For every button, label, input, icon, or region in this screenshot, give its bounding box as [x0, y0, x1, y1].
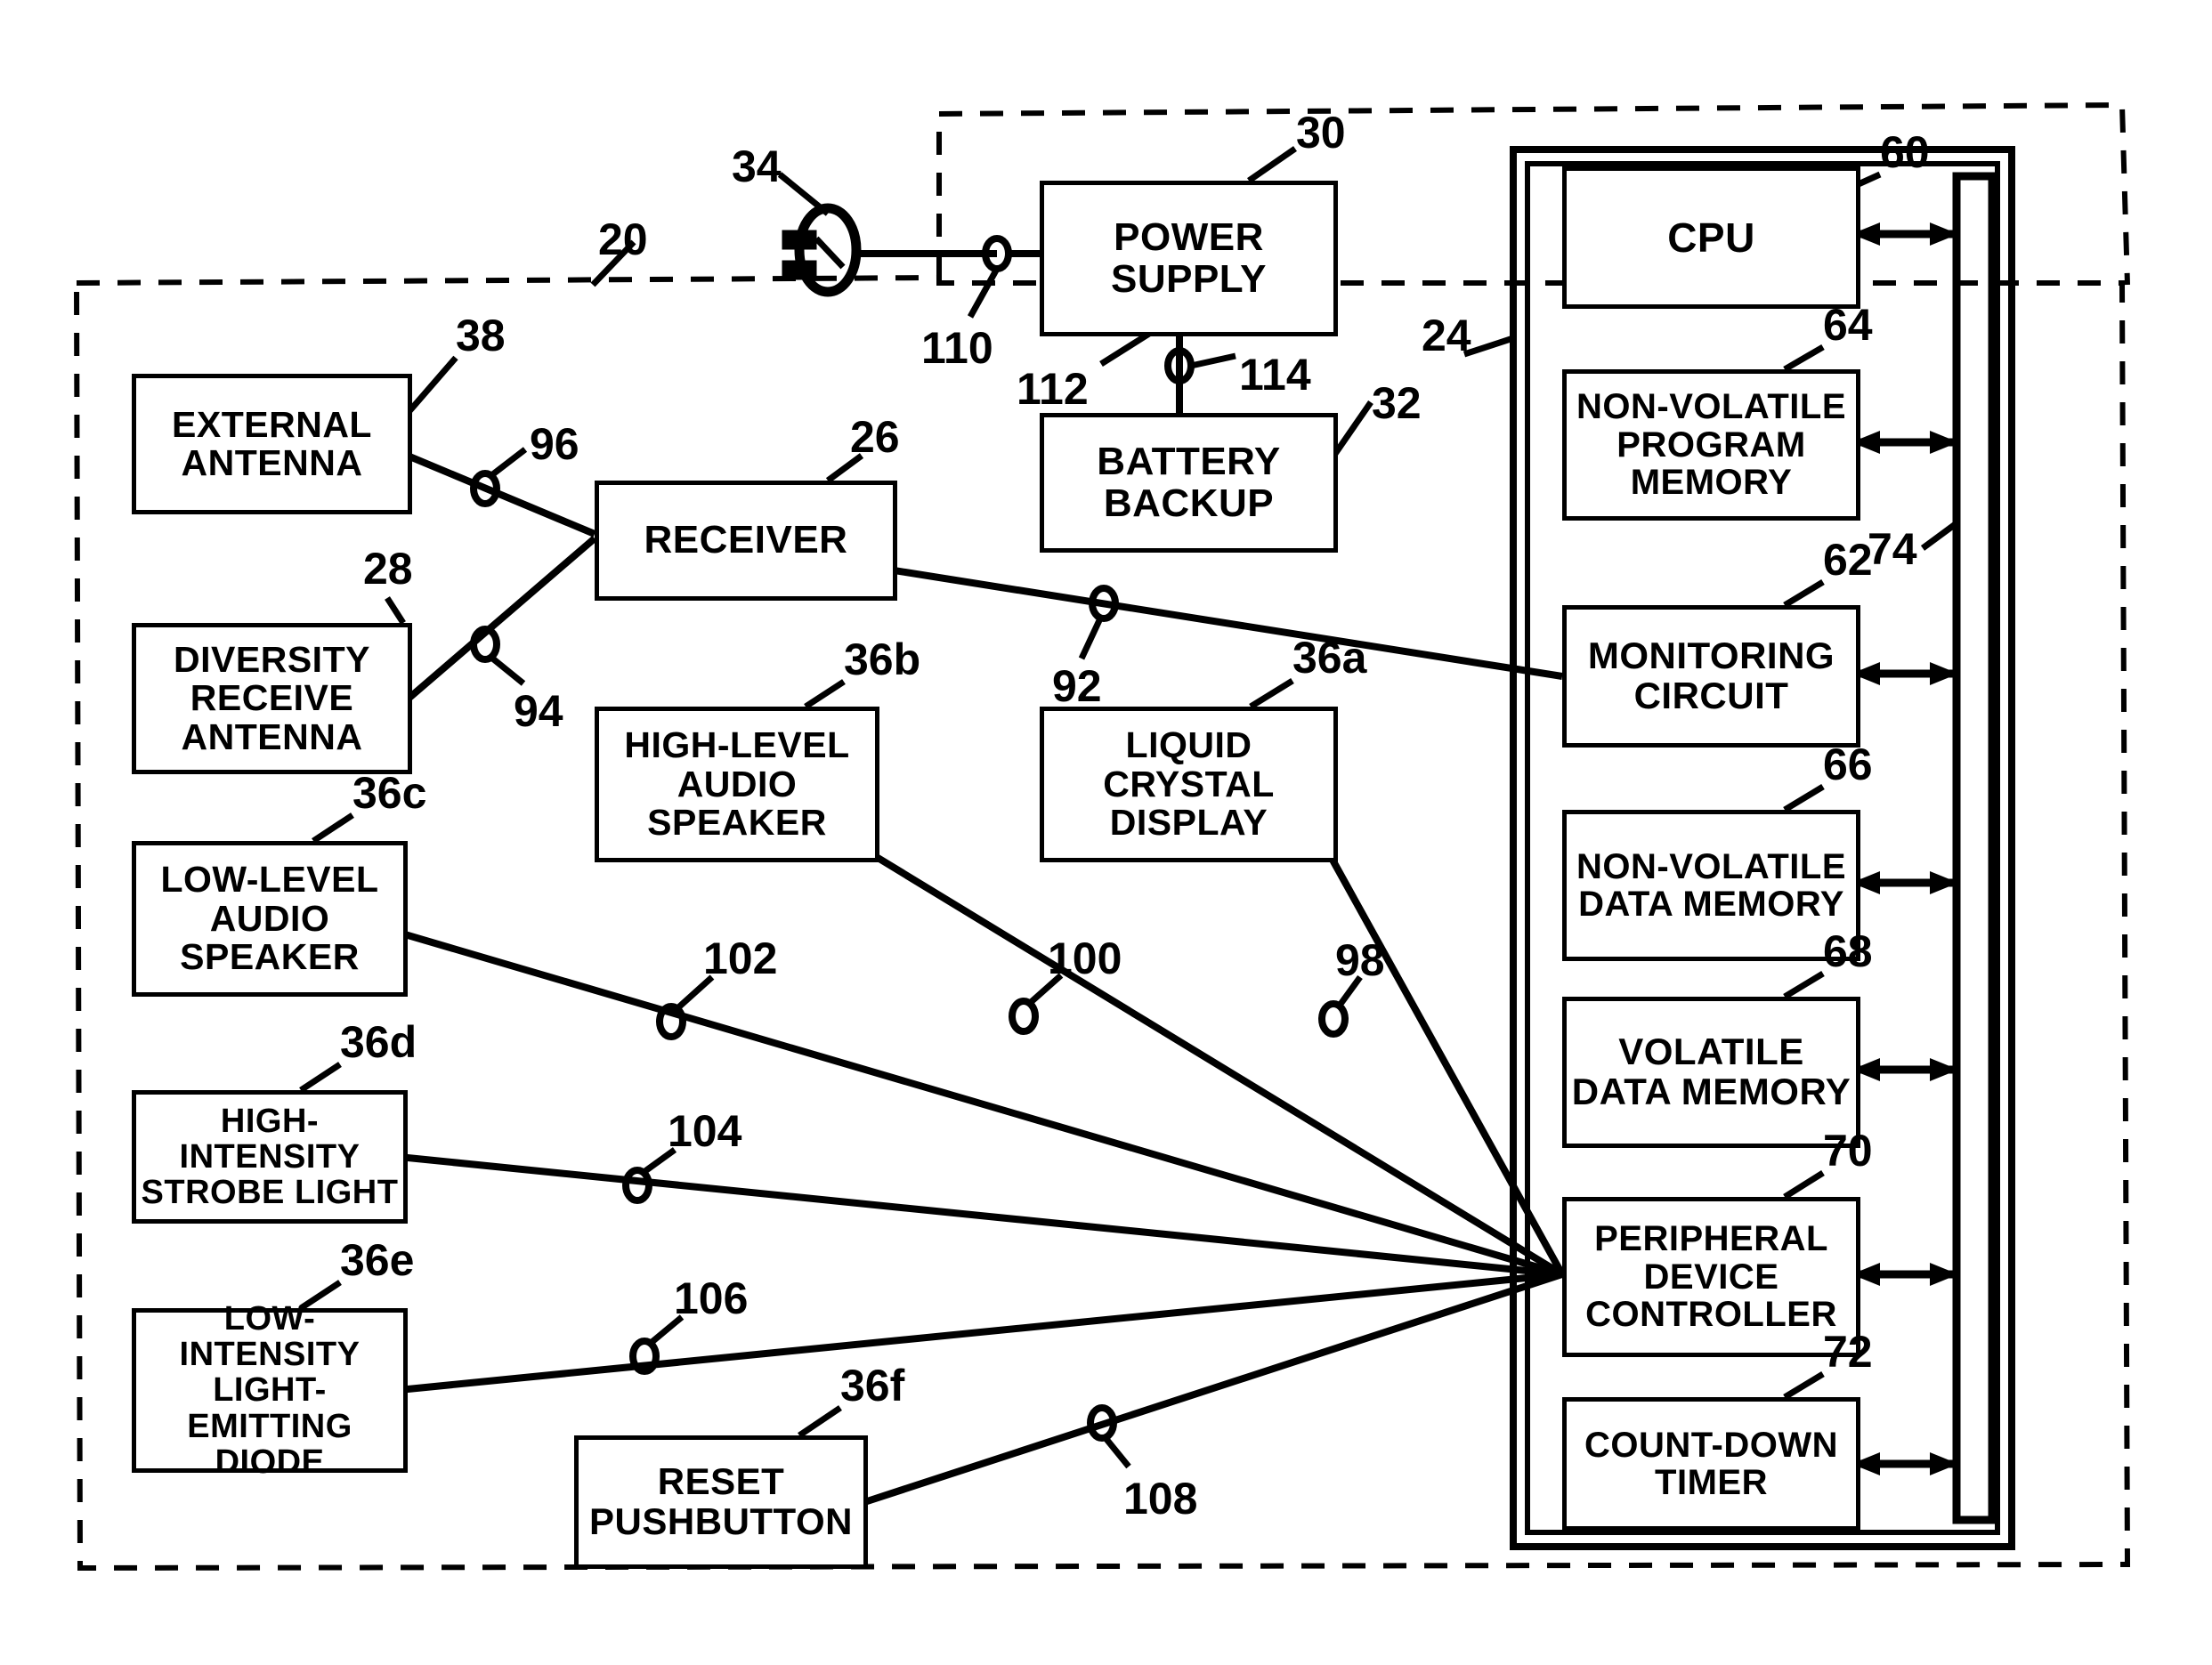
reference-numeral-68: 68 — [1823, 926, 1873, 976]
reference-numeral-38: 38 — [456, 311, 506, 360]
reference-numeral-62: 62 — [1823, 535, 1873, 585]
block-monitoring-circuit[interactable]: MONITORING CIRCUIT — [1562, 605, 1860, 748]
block-label-low-level-audio-speaker: LOW-LEVEL AUDIO SPEAKER — [160, 859, 379, 978]
block-diversity-receive-antenna[interactable]: DIVERSITY RECEIVE ANTENNA — [132, 623, 412, 774]
reference-numeral-114: 114 — [1239, 350, 1311, 400]
block-label-reset-pushbutton: RESET PUSHBUTTON — [589, 1460, 853, 1542]
block-cpu[interactable]: CPU — [1562, 166, 1860, 309]
patent-figure: POWER SUPPLY BATTERY BACKUP EXTERNAL ANT… — [0, 0, 2212, 1665]
peripheral-link-nodes — [622, 973, 1363, 1469]
block-label-diversity-receive-antenna: DIVERSITY RECEIVE ANTENNA — [174, 638, 370, 757]
reference-numeral-36f: 36f — [840, 1361, 905, 1410]
reference-numeral-36b: 36b — [844, 634, 921, 684]
block-low-level-audio-speaker[interactable]: LOW-LEVEL AUDIO SPEAKER — [132, 841, 408, 997]
reference-numeral-94: 94 — [514, 686, 563, 736]
block-label-power-supply: POWER SUPPLY — [1110, 214, 1267, 301]
reference-numeral-104: 104 — [668, 1106, 742, 1156]
block-count-down-timer[interactable]: COUNT-DOWN TIMER — [1562, 1397, 1860, 1531]
block-peripheral-device-controller[interactable]: PERIPHERAL DEVICE CONTROLLER — [1562, 1197, 1860, 1357]
receiver-to-monitoring-circuit — [887, 566, 1563, 680]
block-label-peripheral-device-controller: PERIPHERAL DEVICE CONTROLLER — [1585, 1219, 1837, 1335]
block-high-level-audio-speaker[interactable]: HIGH-LEVEL AUDIO SPEAKER — [595, 707, 879, 862]
leader-34 — [777, 172, 831, 216]
reference-numeral-26: 26 — [850, 412, 900, 462]
block-label-non-volatile-program-memory: NON-VOLATILE PROGRAM MEMORY — [1576, 387, 1846, 503]
reference-numeral-36a: 36a — [1292, 633, 1367, 683]
block-label-cpu: CPU — [1667, 214, 1755, 261]
block-label-battery-backup: BATTERY BACKUP — [1097, 439, 1281, 525]
block-high-intensity-strobe-light[interactable]: HIGH-INTENSITY STROBE LIGHT — [132, 1090, 408, 1224]
block-battery-backup[interactable]: BATTERY BACKUP — [1040, 413, 1338, 553]
reference-numeral-110: 110 — [921, 323, 993, 373]
bus-arrow-group — [1851, 222, 1958, 1475]
reference-numeral-60: 60 — [1880, 127, 1930, 177]
reference-numeral-30: 30 — [1296, 108, 1346, 158]
block-label-monitoring-circuit: MONITORING CIRCUIT — [1587, 634, 1835, 716]
peripheral-link-lines — [397, 850, 1566, 1507]
block-label-low-intensity-led: LOW-INTENSITY LIGHT-EMITTING DIODE — [179, 1299, 361, 1481]
reference-numeral-28: 28 — [363, 544, 413, 594]
reference-numeral-66: 66 — [1823, 740, 1873, 789]
reference-numeral-74: 74 — [1868, 524, 1917, 574]
reference-numeral-70: 70 — [1823, 1126, 1873, 1176]
block-non-volatile-data-memory[interactable]: NON-VOLATILE DATA MEMORY — [1562, 810, 1860, 961]
block-liquid-crystal-display[interactable]: LIQUID CRYSTAL DISPLAY — [1040, 707, 1338, 862]
block-label-liquid-crystal-display: LIQUID CRYSTAL DISPLAY — [1103, 724, 1275, 844]
reference-numeral-20: 20 — [598, 214, 648, 264]
block-reset-pushbutton[interactable]: RESET PUSHBUTTON — [574, 1435, 868, 1569]
block-label-receiver: RECEIVER — [644, 518, 848, 562]
reference-numeral-92: 92 — [1052, 661, 1102, 711]
block-label-external-antenna: EXTERNAL ANTENNA — [172, 403, 372, 483]
block-label-volatile-data-memory: VOLATILE DATA MEMORY — [1571, 1031, 1851, 1112]
reference-numeral-36e: 36e — [340, 1235, 415, 1285]
reference-numeral-96: 96 — [530, 419, 579, 469]
reference-numeral-24: 24 — [1422, 311, 1471, 360]
reference-numeral-102: 102 — [703, 934, 778, 983]
block-non-volatile-program-memory[interactable]: NON-VOLATILE PROGRAM MEMORY — [1562, 369, 1860, 521]
diversity-antenna-to-receiver — [401, 535, 597, 707]
reference-numeral-64: 64 — [1823, 300, 1873, 350]
block-label-count-down-timer: COUNT-DOWN TIMER — [1584, 1425, 1838, 1502]
reference-numeral-108: 108 — [1123, 1474, 1198, 1524]
block-receiver[interactable]: RECEIVER — [595, 481, 897, 601]
reference-numeral-72: 72 — [1823, 1327, 1873, 1377]
system-bus-74 — [1952, 172, 1997, 1524]
reference-numeral-98: 98 — [1335, 935, 1385, 985]
block-label-high-level-audio-speaker: HIGH-LEVEL AUDIO SPEAKER — [624, 724, 850, 844]
reference-numeral-36d: 36d — [340, 1017, 417, 1067]
block-power-supply[interactable]: POWER SUPPLY — [1040, 181, 1338, 336]
block-volatile-data-memory[interactable]: VOLATILE DATA MEMORY — [1562, 997, 1860, 1148]
reference-numeral-100: 100 — [1048, 934, 1122, 983]
reference-numeral-106: 106 — [674, 1273, 749, 1323]
connection-node-104 — [622, 1147, 677, 1204]
block-label-high-intensity-strobe-light: HIGH-INTENSITY STROBE LIGHT — [141, 1102, 399, 1212]
reference-numeral-112: 112 — [1017, 364, 1089, 414]
block-label-non-volatile-data-memory: NON-VOLATILE DATA MEMORY — [1576, 846, 1846, 924]
reference-numeral-34: 34 — [732, 141, 782, 191]
reference-numeral-32: 32 — [1372, 378, 1422, 428]
block-external-antenna[interactable]: EXTERNAL ANTENNA — [132, 374, 412, 514]
connection-node-102 — [656, 974, 715, 1040]
block-low-intensity-led[interactable]: LOW-INTENSITY LIGHT-EMITTING DIODE — [132, 1301, 408, 1480]
reference-numeral-36c: 36c — [352, 768, 427, 818]
